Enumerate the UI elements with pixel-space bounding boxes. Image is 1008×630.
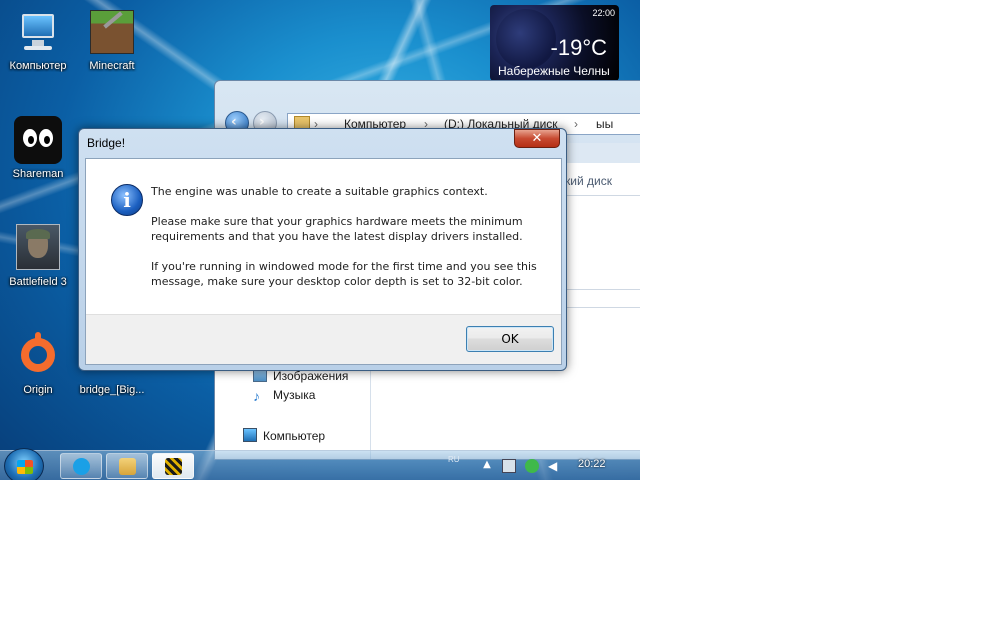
taskbar-item-explorer[interactable]: [106, 453, 148, 479]
taskbar: RU ▲ ◀ 20:22: [0, 448, 640, 480]
breadcrumb-folder[interactable]: ыы: [596, 117, 613, 131]
desktop-icon-minecraft[interactable]: Minecraft: [74, 8, 150, 72]
nav-item-computer[interactable]: Компьютер: [243, 428, 325, 443]
skype-icon: [73, 458, 90, 475]
desktop-icon-label: Компьютер: [9, 60, 67, 72]
desktop-screen: Компьютер Minecraft Shareman Battlefield…: [0, 0, 640, 480]
desktop-icon-origin[interactable]: Origin: [0, 332, 76, 396]
windows-logo-icon: [17, 460, 33, 474]
close-icon: ✕: [531, 131, 543, 146]
desktop-icon-label: Origin: [23, 384, 53, 396]
music-folder-icon: ♪: [253, 388, 260, 404]
weather-time: 22:00: [592, 8, 615, 18]
volume-icon[interactable]: ◀: [548, 459, 562, 473]
dialog-title: Bridge!: [87, 136, 126, 150]
desktop-icon-shareman[interactable]: Shareman: [0, 116, 76, 180]
error-dialog[interactable]: Bridge! ✕ i The engine was unable to cre…: [78, 128, 567, 371]
dialog-footer: OK: [86, 314, 561, 364]
explorer-column-header: кий диск: [565, 174, 612, 188]
nav-item-music[interactable]: ♪ Музыка: [253, 388, 315, 403]
close-button[interactable]: ✕: [514, 129, 560, 148]
info-icon: i: [111, 184, 143, 216]
desktop-icon-computer[interactable]: Компьютер: [0, 8, 76, 72]
desktop-icon-label: Minecraft: [89, 60, 135, 72]
desktop-icon-battlefield3[interactable]: Battlefield 3: [0, 224, 76, 288]
show-hidden-icons-icon[interactable]: ▲: [480, 459, 494, 473]
dialog-body: i The engine was unable to create a suit…: [85, 158, 562, 365]
message-line: Please make sure that your graphics hard…: [151, 215, 523, 243]
breadcrumb-separator-icon: ›: [574, 117, 578, 131]
language-indicator[interactable]: RU: [448, 455, 460, 464]
weather-gadget[interactable]: 22:00 -19°C Набережные Челны: [490, 5, 619, 81]
ok-button[interactable]: OK: [466, 326, 554, 352]
taskbar-item-skype[interactable]: [60, 453, 102, 479]
computer-icon: [243, 428, 257, 442]
security-check-icon[interactable]: [525, 459, 539, 473]
nav-item-label: Компьютер: [263, 429, 326, 443]
minecraft-icon: [88, 8, 136, 56]
dialog-message: The engine was unable to create a suitab…: [151, 184, 546, 304]
clock[interactable]: 20:22: [578, 458, 606, 470]
system-tray: RU ▲ ◀ 20:22: [448, 451, 638, 480]
bridge-app-icon: [165, 458, 182, 475]
network-icon[interactable]: [502, 459, 516, 473]
taskbar-item-bridge[interactable]: [152, 453, 194, 479]
desktop-icon-label: Shareman: [12, 168, 64, 180]
computer-icon: [14, 8, 62, 56]
nav-item-label: Изображения: [273, 369, 349, 383]
start-button[interactable]: [4, 448, 44, 480]
moon-icon: [496, 9, 556, 69]
weather-temperature: -19°C: [550, 35, 607, 60]
desktop-icon-label: bridge_[Big...: [79, 384, 145, 396]
message-line: If you're running in windowed mode for t…: [151, 260, 537, 288]
desktop-icon-label: Battlefield 3: [9, 276, 67, 288]
message-line: The engine was unable to create a suitab…: [151, 185, 488, 198]
explorer-icon: [119, 458, 136, 475]
nav-item-label: Музыка: [273, 388, 316, 402]
battlefield3-icon: [14, 224, 62, 272]
weather-city: Набережные Челны: [498, 64, 610, 78]
origin-icon: [14, 332, 62, 380]
shareman-icon: [14, 116, 62, 164]
